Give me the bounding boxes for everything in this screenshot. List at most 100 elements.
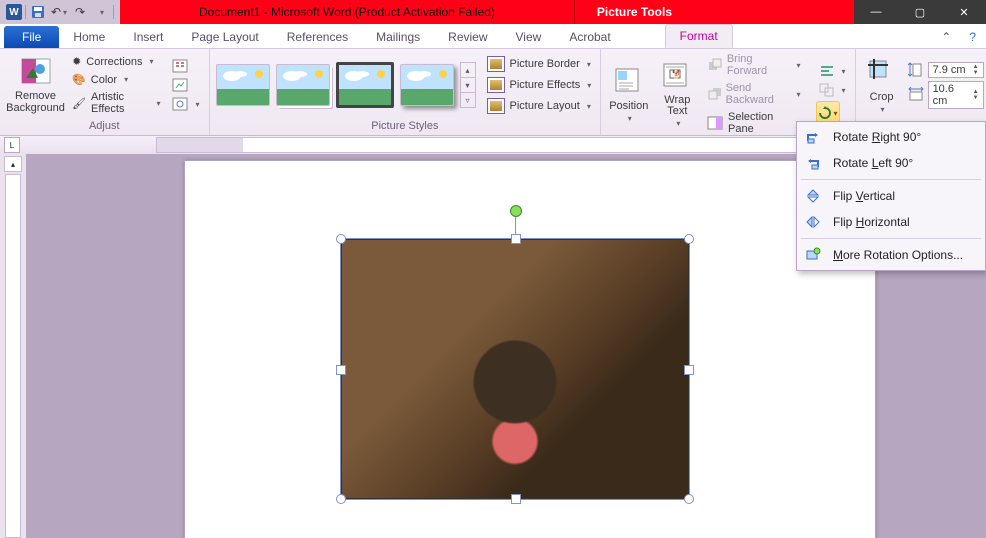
picture-layout-icon: [487, 98, 505, 114]
align-button[interactable]: ▾: [816, 63, 849, 79]
height-input[interactable]: 7.9 cm▲▼: [908, 62, 984, 78]
close-button[interactable]: ✕: [942, 0, 986, 24]
compress-pictures-button[interactable]: [169, 58, 202, 74]
send-backward-button[interactable]: Send Backward▾: [704, 81, 803, 107]
tab-home[interactable]: Home: [59, 26, 119, 48]
tab-acrobat[interactable]: Acrobat: [555, 26, 624, 48]
style-thumb-1[interactable]: [216, 64, 270, 106]
wrap-text-button[interactable]: 🐕 Wrap Text▾: [658, 61, 696, 128]
menu-flip-horizontal[interactable]: Flip Horizontal: [799, 209, 983, 235]
save-icon[interactable]: [29, 3, 47, 21]
resize-handle-w[interactable]: [336, 365, 346, 375]
minimize-button[interactable]: —: [854, 0, 898, 24]
remove-background-label: Remove Background: [6, 90, 65, 114]
artistic-icon: 🖌: [72, 97, 86, 110]
rotate-dropdown: Rotate Right 90° Rotate Left 90° Flip Ve…: [796, 121, 986, 271]
separator: [113, 5, 114, 19]
color-button[interactable]: 🎨Color▾: [69, 72, 163, 87]
menu-rotate-right[interactable]: Rotate Right 90°: [799, 124, 983, 150]
scroll-up-button[interactable]: ▴: [4, 156, 22, 172]
picture-styles-gallery[interactable]: ▴▾▿: [216, 62, 476, 108]
change-picture-button[interactable]: [169, 77, 202, 93]
word-app-icon[interactable]: W: [6, 4, 22, 20]
ribbon-minimize-icon[interactable]: ⌃: [933, 26, 959, 48]
bring-forward-button[interactable]: Bring Forward▾: [704, 52, 803, 78]
gallery-more-button[interactable]: ▴▾▿: [460, 62, 476, 108]
selection-frame: [340, 238, 690, 500]
artistic-label: Artistic Effects: [91, 91, 149, 115]
qat-customize-icon[interactable]: ▾: [92, 3, 110, 21]
color-label: Color: [91, 74, 117, 86]
menu-rotate-left[interactable]: Rotate Left 90°: [799, 150, 983, 176]
menu-flip-vertical[interactable]: Flip Vertical: [799, 183, 983, 209]
crop-button[interactable]: Crop▾: [862, 57, 902, 114]
resize-handle-nw[interactable]: [336, 234, 346, 244]
menu-more-rotation[interactable]: More Rotation Options...: [799, 242, 983, 268]
vertical-ruler[interactable]: [5, 174, 21, 538]
window-title: Document1 - Microsoft Word (Product Acti…: [120, 0, 574, 24]
send-backward-icon: [707, 87, 720, 101]
group-button[interactable]: ▾: [816, 82, 849, 98]
svg-text:🐕: 🐕: [672, 69, 682, 79]
picture-layout-label: Picture Layout: [510, 100, 580, 112]
tab-format[interactable]: Format: [665, 24, 733, 48]
remove-background-button[interactable]: Remove Background: [6, 56, 65, 114]
reset-picture-button[interactable]: ▾: [169, 96, 202, 112]
height-icon: [908, 62, 924, 78]
resize-handle-n[interactable]: [511, 234, 521, 244]
tab-references[interactable]: References: [273, 26, 362, 48]
resize-handle-se[interactable]: [684, 494, 694, 504]
contextual-tab-picture-tools[interactable]: Picture Tools: [574, 0, 694, 24]
selection-pane-icon: [707, 116, 723, 130]
tab-review[interactable]: Review: [434, 26, 501, 48]
tab-insert[interactable]: Insert: [119, 26, 177, 48]
send-backward-label: Send Backward: [726, 82, 790, 106]
rotate-icon: [818, 106, 832, 120]
color-icon: 🎨: [72, 73, 86, 86]
redo-icon[interactable]: ↷: [71, 3, 89, 21]
undo-icon[interactable]: ↶▾: [50, 3, 68, 21]
wrap-text-label: Wrap Text: [658, 95, 696, 117]
menu-separator: [801, 179, 981, 180]
flip-horizontal-icon: [803, 213, 823, 231]
artistic-effects-button[interactable]: 🖌Artistic Effects▾: [69, 90, 163, 116]
document-page[interactable]: [184, 160, 876, 538]
picture-border-button[interactable]: Picture Border▾: [484, 55, 595, 73]
picture-effects-button[interactable]: Picture Effects▾: [484, 76, 595, 94]
title-bar: W ↶▾ ↷ ▾ Document1 - Microsoft Word (Pro…: [0, 0, 986, 24]
corrections-button[interactable]: ✹Corrections▾: [69, 54, 163, 69]
tab-view[interactable]: View: [502, 26, 556, 48]
selected-picture[interactable]: [341, 239, 689, 499]
style-thumb-4[interactable]: [400, 64, 454, 106]
title-bar-gap: [694, 0, 854, 24]
resize-handle-sw[interactable]: [336, 494, 346, 504]
style-thumb-2[interactable]: [276, 64, 330, 106]
resize-handle-s[interactable]: [511, 494, 521, 504]
help-icon[interactable]: ?: [959, 26, 986, 48]
menu-separator: [801, 238, 981, 239]
selection-pane-button[interactable]: Selection Pane: [704, 110, 803, 136]
resize-handle-ne[interactable]: [684, 234, 694, 244]
corrections-icon: ✹: [72, 55, 81, 68]
menu-rotate-left-label: Rotate Left 90°: [833, 156, 913, 170]
tab-page-layout[interactable]: Page Layout: [177, 26, 272, 48]
style-thumb-3[interactable]: [336, 62, 394, 108]
flip-vertical-icon: [803, 187, 823, 205]
width-input[interactable]: 10.6 cm▲▼: [908, 81, 984, 109]
menu-more-rotation-label: More Rotation Options...: [833, 248, 963, 262]
tab-selector[interactable]: L: [4, 137, 20, 153]
reset-icon: [172, 97, 188, 111]
separator: [25, 5, 26, 19]
tab-file[interactable]: File: [4, 26, 59, 48]
position-button[interactable]: Position▾: [607, 66, 650, 123]
tab-mailings[interactable]: Mailings: [362, 26, 434, 48]
group-adjust: Remove Background ✹Corrections▾ 🎨Color▾ …: [0, 49, 210, 135]
picture-layout-button[interactable]: Picture Layout▾: [484, 97, 595, 115]
bring-forward-label: Bring Forward: [727, 53, 790, 77]
maximize-button[interactable]: ▢: [898, 0, 942, 24]
position-label: Position: [609, 100, 648, 112]
picture-border-label: Picture Border: [510, 58, 580, 70]
rotate-left-icon: [803, 154, 823, 172]
rotation-handle[interactable]: [510, 205, 522, 217]
resize-handle-e[interactable]: [684, 365, 694, 375]
